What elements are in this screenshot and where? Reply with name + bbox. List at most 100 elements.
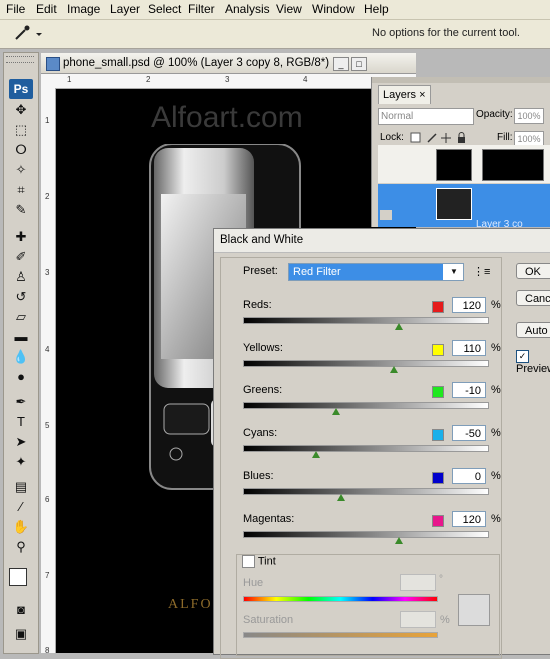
lasso-tool-icon[interactable]: ⵔ [11,141,31,159]
move-tool-icon[interactable]: ✥ [11,101,31,119]
slider-value-input[interactable]: 120 [452,510,486,527]
slider-label: Magentas: [243,512,295,525]
auto-button[interactable]: Auto [516,322,550,338]
preset-select[interactable]: Red Filter ▼ [288,263,464,281]
slider-track[interactable] [243,359,489,367]
hue-slider-track[interactable] [243,596,438,602]
pen-tool-icon[interactable]: ✒ [11,393,31,411]
color-swatch [432,471,444,484]
ruler-label: 8 [45,646,50,655]
options-bar: No options for the current tool. [0,20,550,49]
slider-thumb-icon[interactable] [331,408,340,416]
opacity-input[interactable]: 100% [514,108,544,124]
minimize-button[interactable]: _ [333,57,349,71]
checkbox-checked-icon[interactable]: ✓ [516,350,529,363]
document-titlebar[interactable]: phone_small.psd @ 100% (Layer 3 copy 8, … [41,53,416,74]
panel-grip[interactable] [372,77,550,83]
slider-thumb-icon[interactable] [336,493,345,501]
ok-button[interactable]: OK [516,263,550,279]
menu-view[interactable]: View [276,2,302,16]
eyedropper-tool-preset-picker[interactable] [8,24,44,44]
menu-filter[interactable]: Filter [188,2,215,16]
menu-select[interactable]: Select [148,2,181,16]
slider-track[interactable] [243,530,489,538]
tint-checkbox[interactable]: Tint [242,555,276,568]
menu-image[interactable]: Image [67,2,100,16]
screen-mode-icon[interactable]: ▣ [11,625,31,643]
eraser-tool-icon[interactable]: ▱ [11,308,31,326]
slider-thumb-icon[interactable] [312,451,321,459]
slider-track[interactable] [243,317,489,324]
close-icon[interactable]: × [419,89,425,101]
slider-value-input[interactable]: 0 [452,467,486,484]
toolbox-grip[interactable] [6,56,34,63]
percent-label: % [491,512,501,525]
magic-wand-tool-icon[interactable]: ✧ [11,161,31,179]
gradient-tool-icon[interactable]: ▬ [11,328,31,346]
cancel-button[interactable]: Cancel [516,290,550,306]
menu-analysis[interactable]: Analysis [225,2,270,16]
slider-track[interactable] [243,487,489,495]
layer-row-selected[interactable] [378,184,550,227]
color-swatch [432,514,444,527]
document-title: phone_small.psd @ 100% (Layer 3 copy 8, … [63,57,330,69]
slider-value-input[interactable]: -50 [452,425,486,442]
saturation-input[interactable] [400,611,436,628]
notes-tool-icon[interactable]: ▤ [11,478,31,496]
lock-position-icon [441,133,451,143]
eyedropper-sample-tool-icon[interactable]: ⁄ [11,498,31,516]
history-brush-tool-icon[interactable]: ↺ [11,288,31,306]
slider-thumb-icon[interactable] [395,536,404,544]
slider-label: Cyans: [243,427,278,440]
brush-tool-icon[interactable]: ✐ [11,248,31,266]
preview-label: Preview [516,363,550,375]
ruler-label: 2 [146,75,151,84]
eyedropper-tool-icon[interactable]: ✎ [11,201,31,219]
menu-window[interactable]: Window [312,2,355,16]
preset-options-menu-icon[interactable]: ⋮≡ [473,265,490,278]
color-slider-magentas: Magentas: 120% [214,510,504,555]
crop-tool-icon[interactable]: ⌗ [11,181,31,199]
menu-file[interactable]: File [6,2,25,16]
healing-brush-tool-icon[interactable]: ✚ [11,228,31,246]
custom-shape-tool-icon[interactable]: ✦ [11,453,31,471]
hand-tool-icon[interactable]: ✋ [11,518,31,536]
brand-text: ALFO [168,597,213,612]
color-slider-greens: Greens: -10% [214,382,504,426]
menu-help[interactable]: Help [364,2,389,16]
ruler-label: 5 [45,421,50,430]
slider-value-input[interactable]: 120 [452,297,486,313]
zoom-tool-icon[interactable]: ⚲ [11,538,31,556]
visibility-eye-icon[interactable] [380,210,392,220]
preview-checkbox[interactable]: ✓ Preview [516,350,550,375]
quick-mask-icon[interactable]: ◙ [11,601,31,619]
slider-value-input[interactable]: 110 [452,339,486,356]
layers-tab[interactable]: Layers × [378,85,431,104]
dialog-titlebar[interactable]: Black and White [214,229,550,253]
hue-input[interactable] [400,574,436,591]
hue-unit: ° [439,574,443,585]
slider-value-input[interactable]: -10 [452,382,486,399]
color-swatch [432,301,444,313]
type-tool-icon[interactable]: T [11,413,31,431]
menu-layer[interactable]: Layer [110,2,140,16]
maximize-button[interactable]: □ [351,57,367,71]
foreground-color-swatch[interactable] [9,568,27,586]
layer-row[interactable] [378,145,550,183]
menu-edit[interactable]: Edit [36,2,57,16]
blur-tool-icon[interactable]: 💧 [11,348,31,366]
path-selection-tool-icon[interactable]: ➤ [11,433,31,451]
dodge-tool-icon[interactable]: ● [11,368,31,386]
blend-mode-select[interactable]: Normal [378,108,474,125]
chevron-down-icon[interactable]: ▼ [445,264,463,280]
checkbox-unchecked-icon[interactable] [242,555,255,568]
slider-thumb-icon[interactable] [395,323,404,330]
slider-track[interactable] [243,402,489,410]
clone-stamp-tool-icon[interactable]: ♙ [11,268,31,286]
layers-panel: Layers × Normal Opacity: 100% Lock: Fill… [371,77,550,230]
marquee-tool-icon[interactable]: ⬚ [11,121,31,139]
slider-track[interactable] [243,445,489,453]
tint-color-swatch[interactable] [458,594,490,626]
slider-thumb-icon[interactable] [390,365,399,373]
saturation-slider-track[interactable] [243,632,438,638]
